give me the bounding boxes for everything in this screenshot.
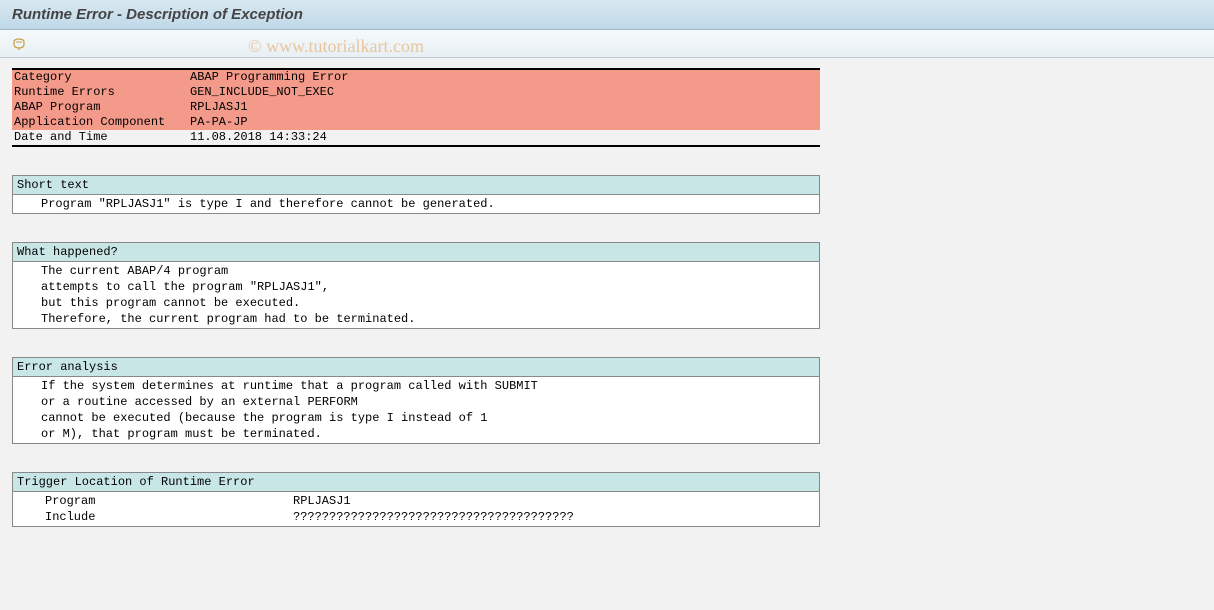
text-line: cannot be executed (because the program …: [41, 410, 815, 426]
section-error-analysis: Error analysis If the system determines …: [12, 357, 820, 444]
content-area: Category ABAP Programming Error Runtime …: [0, 58, 1214, 537]
abap-debugger-icon[interactable]: [10, 35, 28, 53]
error-header-table: Category ABAP Programming Error Runtime …: [12, 68, 820, 147]
trigger-label: Program: [17, 493, 293, 509]
section-trigger-location: Trigger Location of Runtime Error Progra…: [12, 472, 820, 527]
section-title: What happened?: [13, 243, 819, 262]
section-body: If the system determines at runtime that…: [13, 377, 819, 443]
error-label: Runtime Errors: [12, 85, 190, 100]
error-value: PA-PA-JP: [190, 115, 820, 130]
error-value: GEN_INCLUDE_NOT_EXEC: [190, 85, 820, 100]
error-row-abap-program: ABAP Program RPLJASJ1: [12, 100, 820, 115]
text-line: Program "RPLJASJ1" is type I and therefo…: [41, 196, 815, 212]
error-label: Application Component: [12, 115, 190, 130]
error-row-app-component: Application Component PA-PA-JP: [12, 115, 820, 130]
section-title: Trigger Location of Runtime Error: [13, 473, 819, 492]
error-label: Category: [12, 70, 190, 85]
section-what-happened: What happened? The current ABAP/4 progra…: [12, 242, 820, 329]
error-value: 11.08.2018 14:33:24: [190, 130, 820, 145]
text-line: but this program cannot be executed.: [41, 295, 815, 311]
trigger-value: RPLJASJ1: [293, 493, 815, 509]
text-line: or a routine accessed by an external PER…: [41, 394, 815, 410]
trigger-row-program: Program RPLJASJ1: [17, 493, 815, 509]
text-line: Therefore, the current program had to be…: [41, 311, 815, 327]
error-value: RPLJASJ1: [190, 100, 820, 115]
page-title: Runtime Error - Description of Exception: [12, 6, 303, 23]
error-value: ABAP Programming Error: [190, 70, 820, 85]
section-body: Program RPLJASJ1 Include ???????????????…: [13, 492, 819, 526]
error-row-date-time: Date and Time 11.08.2018 14:33:24: [12, 130, 820, 145]
error-label: Date and Time: [12, 130, 190, 145]
error-row-runtime-errors: Runtime Errors GEN_INCLUDE_NOT_EXEC: [12, 85, 820, 100]
trigger-value: ???????????????????????????????????????: [293, 509, 815, 525]
section-short-text: Short text Program "RPLJASJ1" is type I …: [12, 175, 820, 214]
section-title: Short text: [13, 176, 819, 195]
error-row-category: Category ABAP Programming Error: [12, 70, 820, 85]
trigger-label: Include: [17, 509, 293, 525]
text-line: The current ABAP/4 program: [41, 263, 815, 279]
text-line: attempts to call the program "RPLJASJ1",: [41, 279, 815, 295]
title-bar: Runtime Error - Description of Exception: [0, 0, 1214, 30]
text-line: If the system determines at runtime that…: [41, 378, 815, 394]
toolbar: [0, 30, 1214, 58]
text-line: or M), that program must be terminated.: [41, 426, 815, 442]
section-title: Error analysis: [13, 358, 819, 377]
error-label: ABAP Program: [12, 100, 190, 115]
section-body: Program "RPLJASJ1" is type I and therefo…: [13, 195, 819, 213]
trigger-row-include: Include ????????????????????????????????…: [17, 509, 815, 525]
section-body: The current ABAP/4 program attempts to c…: [13, 262, 819, 328]
